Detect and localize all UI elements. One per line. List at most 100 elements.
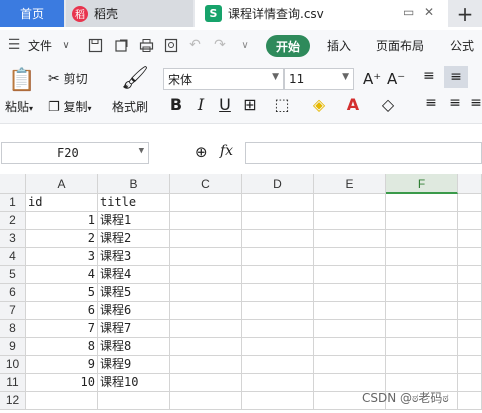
tab-home[interactable]: 首页 [0,0,64,27]
cell-e7[interactable] [314,302,386,320]
cell-a12[interactable] [26,392,98,410]
cell-c10[interactable] [170,356,242,374]
copy-button[interactable]: ❐ 复制▾ [48,98,92,115]
cell-a8[interactable]: 7 [26,320,98,338]
menu-formula[interactable]: 公式 [450,37,474,54]
cell-d12[interactable] [242,392,314,410]
cell-d6[interactable] [242,284,314,302]
cell-e4[interactable] [314,248,386,266]
cell-c2[interactable] [170,212,242,230]
cell-e2[interactable] [314,212,386,230]
cell-f10[interactable] [386,356,458,374]
cell-style-icon[interactable]: ⬚ [272,95,292,114]
cell-d7[interactable] [242,302,314,320]
cell-e5[interactable] [314,266,386,284]
paste-button[interactable]: 粘贴▾ [5,98,33,115]
align-right-icon[interactable]: ≡ [466,95,482,111]
format-painter-icon[interactable]: 🖌 [121,66,149,91]
cell-d2[interactable] [242,212,314,230]
cell-g4[interactable] [458,248,482,266]
row-header[interactable]: 12 [0,392,26,410]
format-painter-button[interactable]: 格式刷 [112,98,148,115]
cell-c8[interactable] [170,320,242,338]
column-header-a[interactable]: A [26,174,98,194]
tab-docer[interactable]: 稻 稻壳 [66,0,193,27]
row-header[interactable]: 1 [0,194,26,212]
paste-icon[interactable]: 📋 [8,68,35,93]
save-icon[interactable] [87,37,103,53]
cell-f9[interactable] [386,338,458,356]
align-center-icon[interactable]: ≡ [445,95,465,111]
cell-b2[interactable]: 课程1 [98,212,170,230]
borders-icon[interactable]: ⊞ [240,95,260,114]
cell-e9[interactable] [314,338,386,356]
menu-start[interactable]: 开始 [266,35,310,57]
cell-b11[interactable]: 课程10 [98,374,170,392]
cell-b9[interactable]: 课程8 [98,338,170,356]
cell-g2[interactable] [458,212,482,230]
cell-g10[interactable] [458,356,482,374]
row-header[interactable]: 3 [0,230,26,248]
increase-font-icon[interactable]: A⁺ [363,70,381,88]
cell-b5[interactable]: 课程4 [98,266,170,284]
fill-color-icon[interactable]: ◈ [309,95,329,114]
cell-c7[interactable] [170,302,242,320]
cell-d1[interactable] [242,194,314,212]
cell-f4[interactable] [386,248,458,266]
select-all-corner[interactable] [0,174,26,194]
restore-window-icon[interactable]: ▭ [403,5,414,19]
menu-file[interactable]: 文件 [28,37,52,54]
cell-f7[interactable] [386,302,458,320]
column-header-c[interactable]: C [170,174,242,194]
cell-c4[interactable] [170,248,242,266]
cell-d9[interactable] [242,338,314,356]
zoom-icon[interactable]: ⊕ [195,143,208,161]
cell-g3[interactable] [458,230,482,248]
formula-input[interactable] [245,142,482,164]
row-header[interactable]: 8 [0,320,26,338]
cell-a1[interactable]: id [26,194,98,212]
row-header[interactable]: 10 [0,356,26,374]
align-left-icon[interactable]: ≡ [421,95,441,111]
align-middle-icon[interactable]: ≡ [444,66,468,88]
font-size-select[interactable]: 11 ▼ [284,68,354,90]
redo-icon[interactable]: ↷ [212,37,228,53]
cell-d10[interactable] [242,356,314,374]
row-header[interactable]: 11 [0,374,26,392]
cell-g1[interactable] [458,194,482,212]
font-color-icon[interactable]: A [343,95,363,114]
cell-b7[interactable]: 课程6 [98,302,170,320]
cell-c3[interactable] [170,230,242,248]
row-header[interactable]: 4 [0,248,26,266]
new-tab-button[interactable]: + [448,0,482,27]
cell-f8[interactable] [386,320,458,338]
decrease-font-icon[interactable]: A⁻ [387,70,405,88]
cell-b3[interactable]: 课程2 [98,230,170,248]
cell-d3[interactable] [242,230,314,248]
cell-a4[interactable]: 3 [26,248,98,266]
cell-c11[interactable] [170,374,242,392]
clear-icon[interactable]: ◇ [378,95,398,114]
align-top-icon[interactable]: ≡ [423,68,435,84]
cut-button[interactable]: ✂ 剪切 [48,70,88,87]
italic-icon[interactable]: I [191,95,211,114]
cell-b12[interactable] [98,392,170,410]
cell-a11[interactable]: 10 [26,374,98,392]
row-header[interactable]: 2 [0,212,26,230]
cell-a3[interactable]: 2 [26,230,98,248]
cell-b10[interactable]: 课程9 [98,356,170,374]
row-header[interactable]: 7 [0,302,26,320]
cell-b1[interactable]: title [98,194,170,212]
cell-d11[interactable] [242,374,314,392]
underline-icon[interactable]: U [215,95,235,114]
cell-e3[interactable] [314,230,386,248]
cell-e8[interactable] [314,320,386,338]
cell-d8[interactable] [242,320,314,338]
cell-g12[interactable] [458,392,482,410]
cell-c9[interactable] [170,338,242,356]
cell-a10[interactable]: 9 [26,356,98,374]
column-header-b[interactable]: B [98,174,170,194]
row-header[interactable]: 5 [0,266,26,284]
cell-c5[interactable] [170,266,242,284]
cell-e1[interactable] [314,194,386,212]
